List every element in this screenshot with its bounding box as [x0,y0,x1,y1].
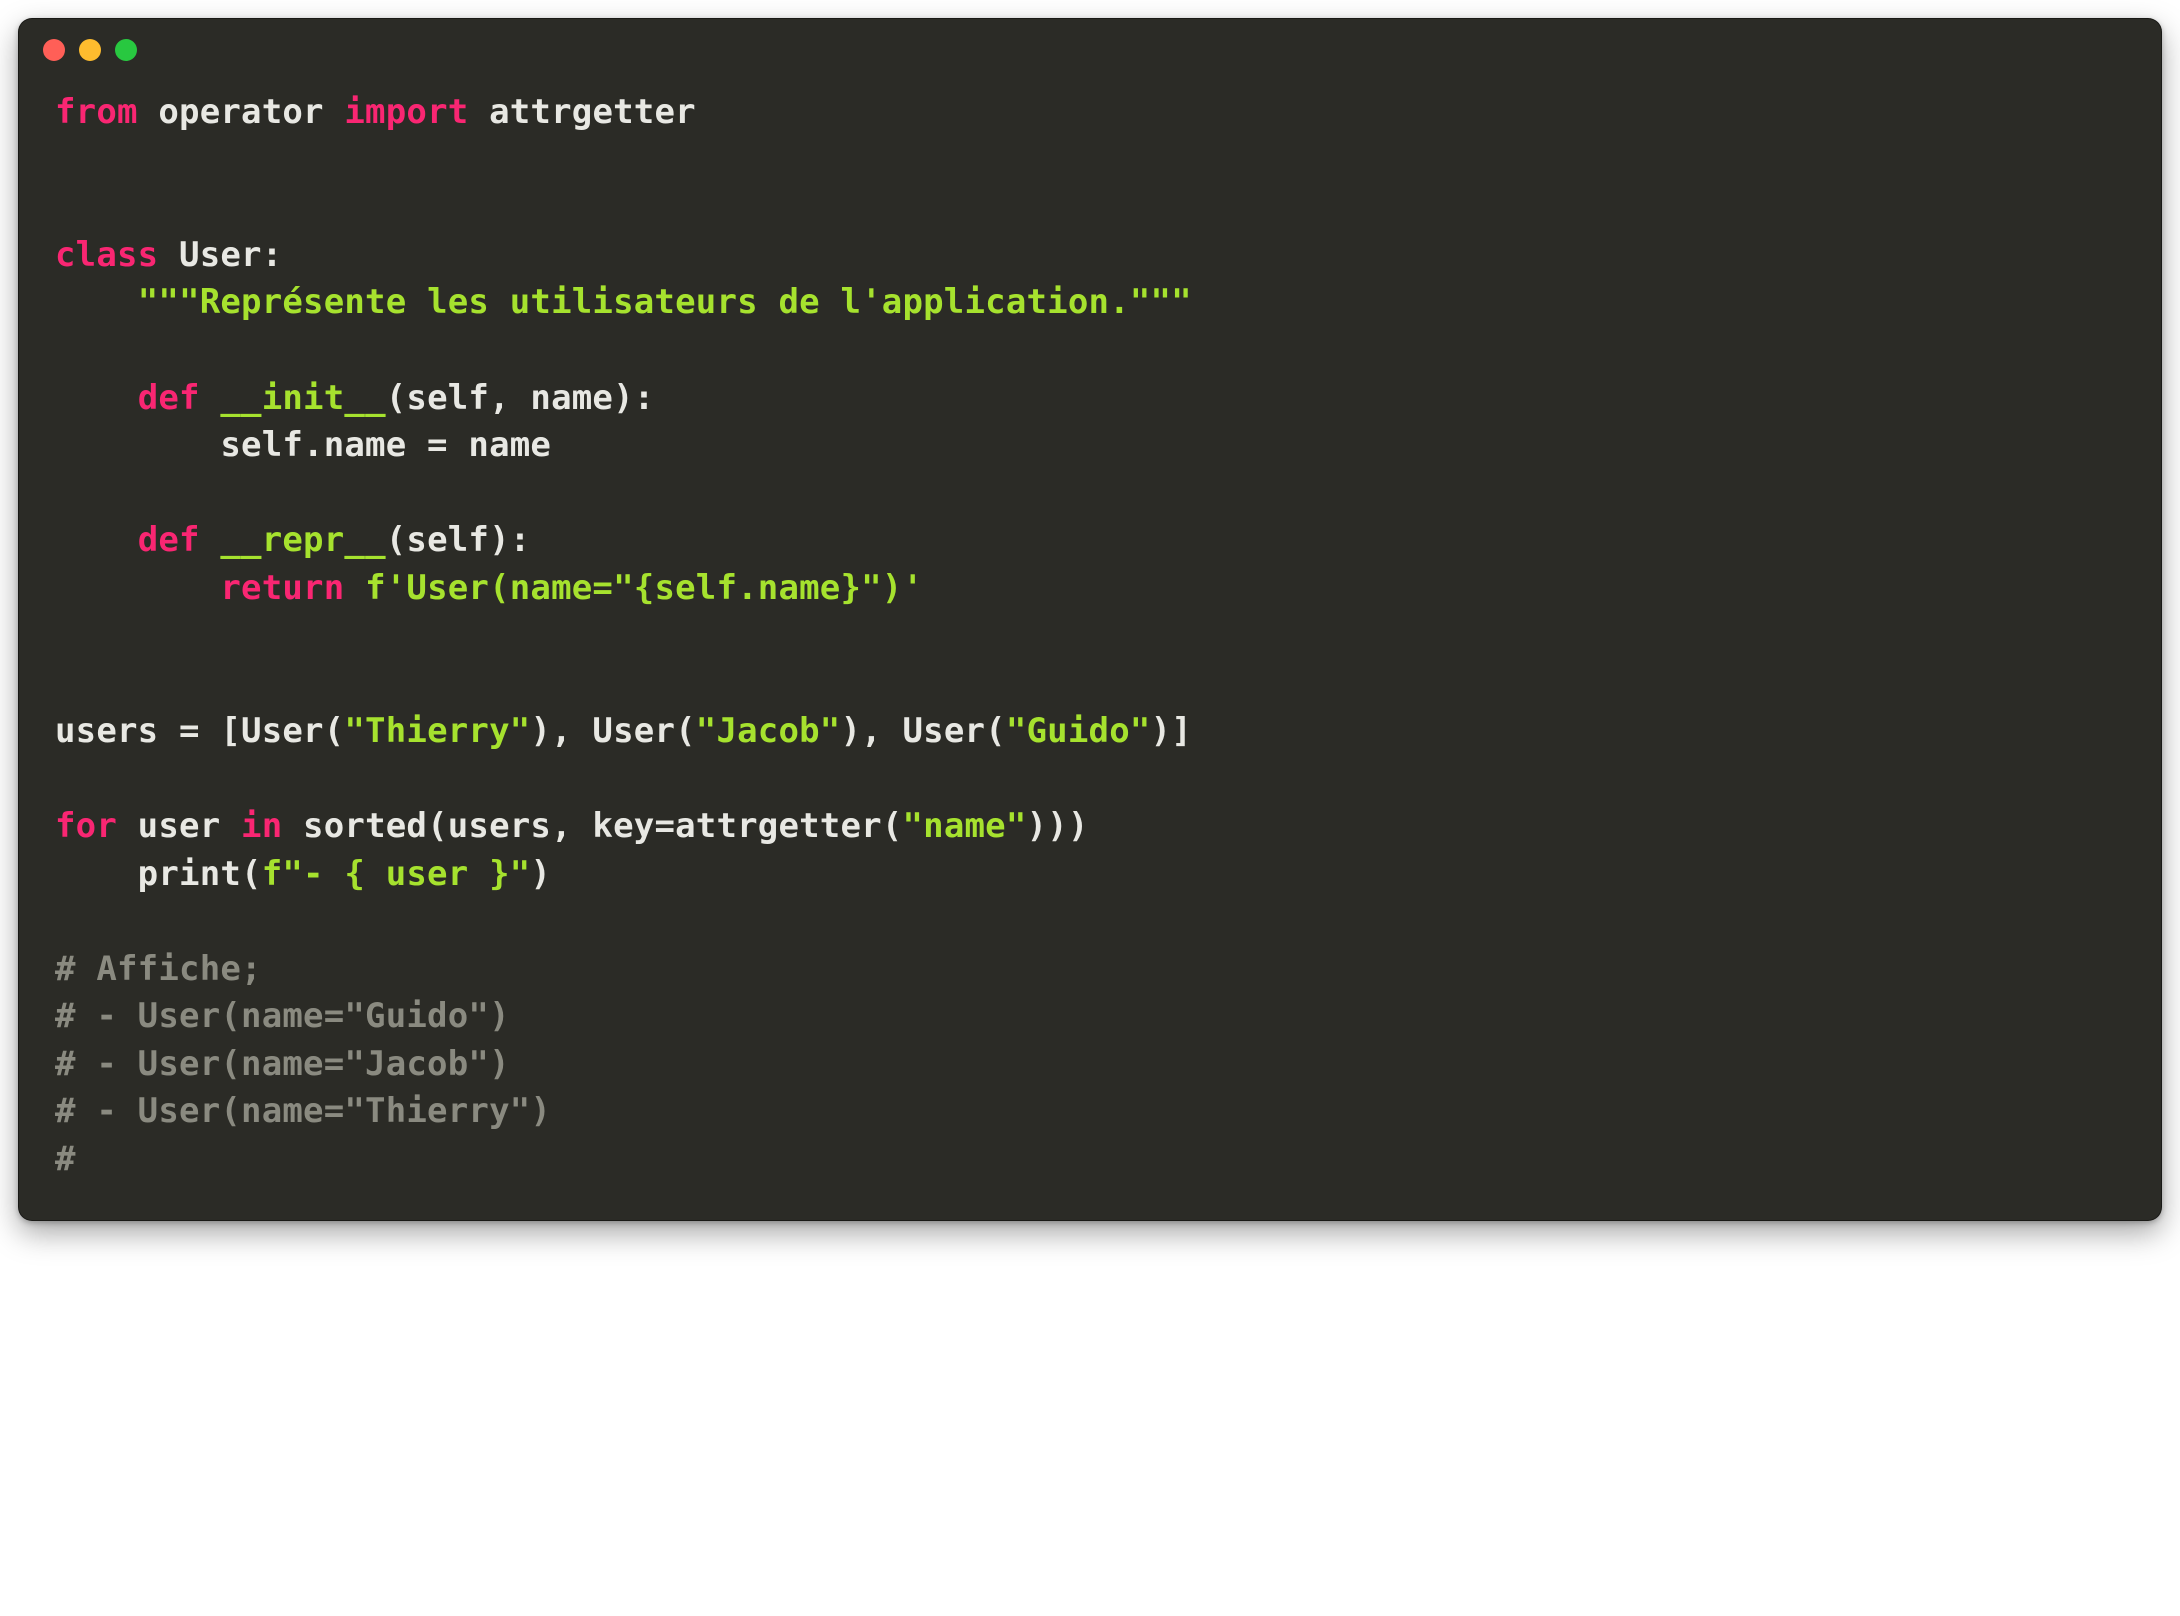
code-token: "name" [902,806,1026,846]
code-line: def __repr__(self): [55,520,530,560]
code-token [344,568,365,608]
code-line: class User: [55,235,282,275]
code-token [55,282,138,322]
code-token: __init__ [220,378,385,418]
code-token: ), User( [840,711,1005,751]
code-token: def [138,378,200,418]
code-token: operator [138,92,345,132]
code-token [55,520,138,560]
code-token [200,520,221,560]
code-token: attrgetter [468,92,695,132]
code-line: def __init__(self, name): [55,378,654,418]
code-token: __repr__ [220,520,385,560]
code-token: # Affiche; [55,949,262,989]
code-token: # [55,1139,76,1179]
code-token: : [262,235,283,275]
code-line: # [55,1139,76,1179]
code-token: # - User(name="Jacob") [55,1044,510,1084]
code-line: # - User(name="Thierry") [55,1091,551,1131]
code-token: """Représente les utilisateurs de l'appl… [138,282,1192,322]
code-line: """Représente les utilisateurs de l'appl… [55,282,1192,322]
code-token: f"- { user }" [262,854,531,894]
code-token: "Thierry" [344,711,530,751]
code-line: return f'User(name="{self.name}")' [55,568,923,608]
page-root: from operator import attrgetter class Us… [0,0,2180,1239]
code-line: from operator import attrgetter [55,92,696,132]
code-token [55,568,220,608]
code-token: )] [1151,711,1192,751]
code-token [200,378,221,418]
code-token: user [117,806,241,846]
code-token: ), User( [530,711,695,751]
code-token: for [55,806,117,846]
code-token: "Guido" [1006,711,1151,751]
code-token: return [220,568,344,608]
code-token: self.name = name [55,425,551,465]
window-titlebar [19,19,2161,61]
code-line: users = [User("Thierry"), User("Jacob"),… [55,711,1192,751]
minimize-icon[interactable] [79,39,101,61]
code-line: # - User(name="Jacob") [55,1044,510,1084]
code-token: import [344,92,468,132]
code-token: ))) [1027,806,1089,846]
code-line: # Affiche; [55,949,262,989]
code-token: in [241,806,282,846]
code-token: ) [530,854,551,894]
code-token: from [55,92,138,132]
code-token: "Jacob" [696,711,841,751]
code-token: def [138,520,200,560]
code-window: from operator import attrgetter class Us… [18,18,2162,1221]
code-token [55,378,138,418]
code-token: # - User(name="Thierry") [55,1091,551,1131]
code-line: self.name = name [55,425,551,465]
close-icon[interactable] [43,39,65,61]
code-line: print(f"- { user }") [55,854,551,894]
code-token: (self): [386,520,531,560]
code-token: f'User(name="{self.name}")' [365,568,923,608]
code-line: # - User(name="Guido") [55,996,510,1036]
code-token: # - User(name="Guido") [55,996,510,1036]
zoom-icon[interactable] [115,39,137,61]
code-block: from operator import attrgetter class Us… [19,61,2161,1220]
code-token: User [179,235,262,275]
code-token: print( [55,854,262,894]
code-token: sorted(users, key=attrgetter( [282,806,902,846]
code-line: for user in sorted(users, key=attrgetter… [55,806,1089,846]
code-token: class [55,235,158,275]
code-token: users = [User( [55,711,344,751]
code-token [158,235,179,275]
code-token: (self, name): [386,378,655,418]
